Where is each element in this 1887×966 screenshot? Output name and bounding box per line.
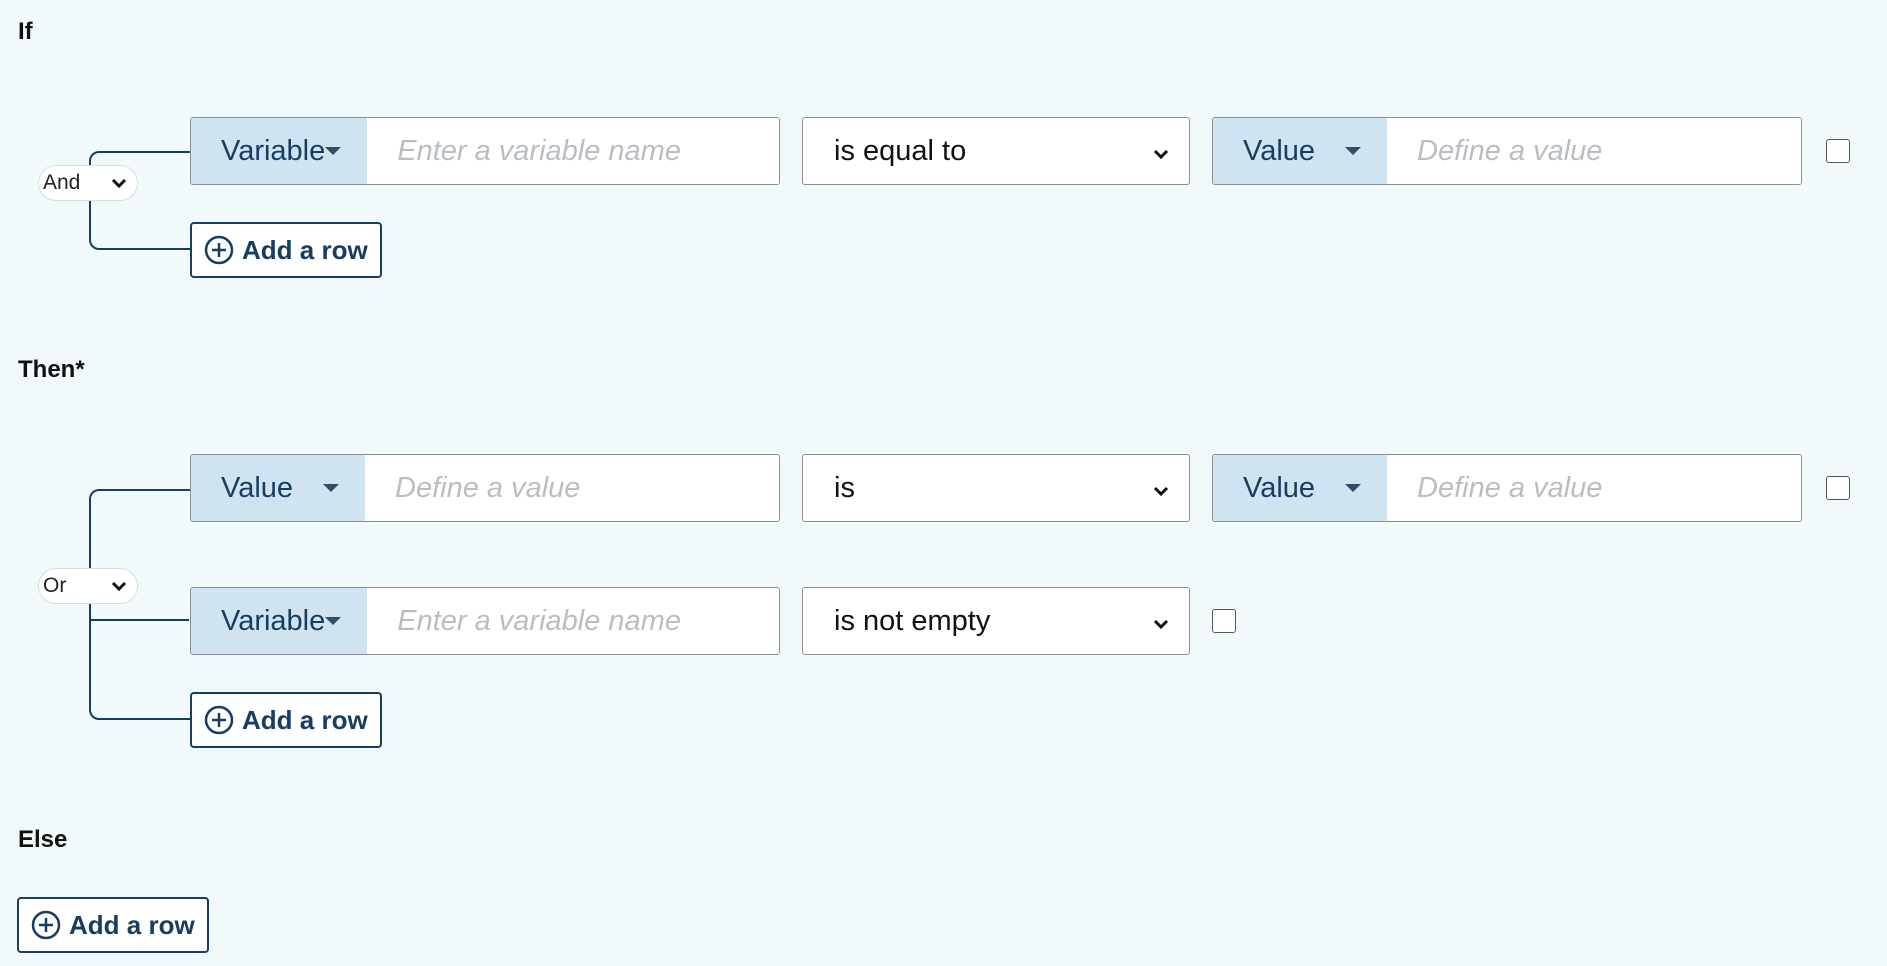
if-add-row-button[interactable]: Add a row xyxy=(190,222,382,278)
operator-value: is equal to xyxy=(834,134,967,167)
else-add-row-button[interactable]: Add a row xyxy=(17,897,209,953)
right-operand-combo: Value xyxy=(1212,117,1802,185)
plus-circle-icon xyxy=(31,910,61,940)
then-logic-value: Or xyxy=(43,574,67,597)
operator-value: is not empty xyxy=(834,604,991,637)
right-operand-type-dropdown[interactable]: Value xyxy=(1213,118,1387,184)
left-operand-type-dropdown[interactable]: Variable xyxy=(191,118,368,184)
left-operand-input[interactable] xyxy=(367,588,779,654)
if-tree-connector-bottom xyxy=(89,200,191,250)
left-operand-combo: Value xyxy=(190,454,780,522)
left-operand-type-label: Value xyxy=(221,471,294,504)
add-row-label: Add a row xyxy=(242,234,368,265)
right-operand-type-dropdown[interactable]: Value xyxy=(1213,455,1387,521)
chevron-down-icon xyxy=(1153,605,1169,638)
row-checkbox[interactable] xyxy=(1212,609,1236,633)
chevron-down-icon xyxy=(1153,472,1169,505)
then-tree-connector-bottom xyxy=(89,600,191,720)
caret-down-icon xyxy=(1345,147,1361,155)
chevron-down-icon xyxy=(1153,135,1169,168)
then-condition-row: Value is Value xyxy=(190,454,1850,522)
then-section-title: Then* xyxy=(18,356,85,383)
row-checkbox[interactable] xyxy=(1826,476,1850,500)
right-operand-type-label: Value xyxy=(1243,471,1316,504)
caret-down-icon xyxy=(323,484,339,492)
left-operand-input[interactable] xyxy=(365,455,779,521)
left-operand-type-dropdown[interactable]: Value xyxy=(191,455,365,521)
caret-down-icon xyxy=(325,617,342,625)
add-row-label: Add a row xyxy=(242,704,368,735)
then-tree-connector-top xyxy=(89,489,191,571)
if-section-title: If xyxy=(18,18,33,45)
if-logic-value: And xyxy=(43,171,81,194)
left-operand-type-label: Variable xyxy=(221,134,326,167)
then-logic-select[interactable]: Or xyxy=(38,568,138,604)
caret-down-icon xyxy=(1345,484,1361,492)
right-operand-type-label: Value xyxy=(1243,134,1316,167)
if-condition-row: Variable is equal to Value xyxy=(190,117,1850,185)
then-condition-row: Variable is not empty xyxy=(190,587,1236,655)
plus-circle-icon xyxy=(204,705,234,735)
operator-select[interactable]: is not empty xyxy=(802,587,1190,655)
caret-down-icon xyxy=(325,147,342,155)
row-checkbox[interactable] xyxy=(1826,139,1850,163)
left-operand-type-dropdown[interactable]: Variable xyxy=(191,588,368,654)
plus-circle-icon xyxy=(204,235,234,265)
chevron-down-icon xyxy=(111,171,127,195)
else-section-title: Else xyxy=(18,826,68,853)
left-operand-combo: Variable xyxy=(190,587,780,655)
left-operand-type-label: Variable xyxy=(221,604,326,637)
left-operand-input[interactable] xyxy=(367,118,779,184)
then-add-row-button[interactable]: Add a row xyxy=(190,692,382,748)
operator-select[interactable]: is xyxy=(802,454,1190,522)
operator-select[interactable]: is equal to xyxy=(802,117,1190,185)
if-logic-select[interactable]: And xyxy=(38,165,138,201)
right-operand-input[interactable] xyxy=(1387,455,1801,521)
operator-value: is xyxy=(834,471,855,504)
right-operand-combo: Value xyxy=(1212,454,1802,522)
add-row-label: Add a row xyxy=(69,909,195,940)
right-operand-input[interactable] xyxy=(1387,118,1801,184)
chevron-down-icon xyxy=(111,574,127,598)
left-operand-combo: Variable xyxy=(190,117,780,185)
